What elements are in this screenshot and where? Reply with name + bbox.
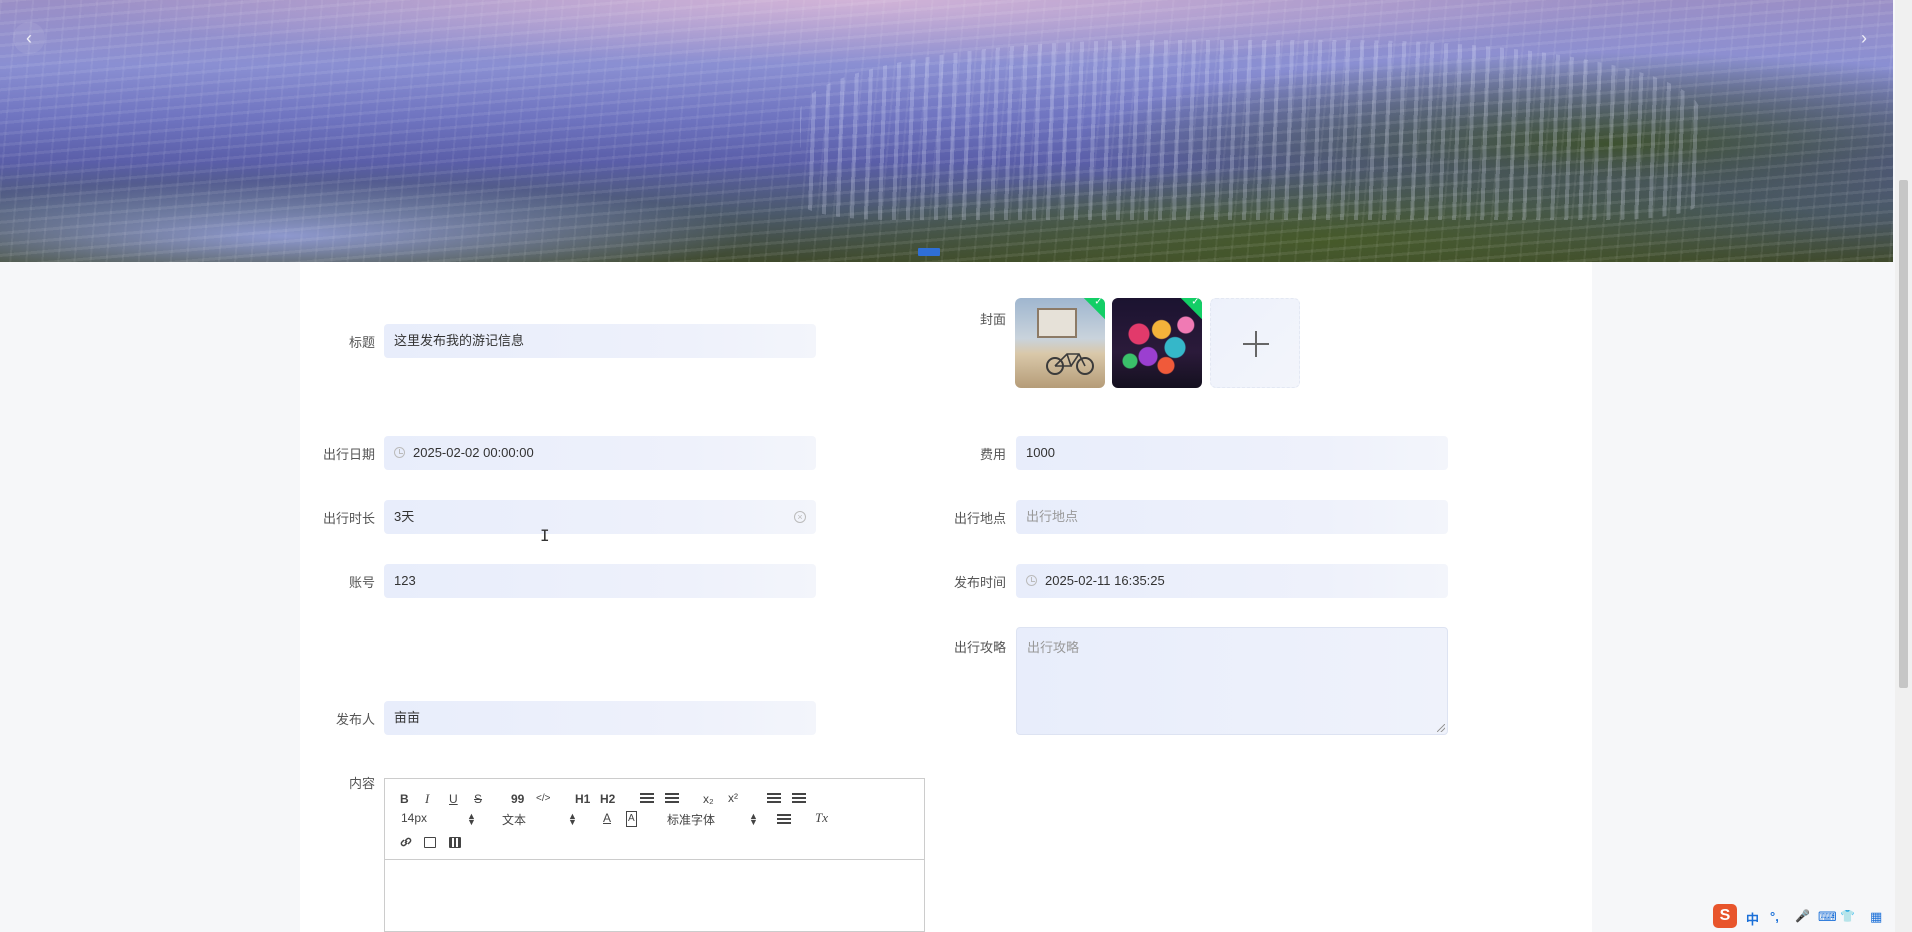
publisher-value: 亩亩 bbox=[394, 710, 421, 725]
resize-grip-icon[interactable] bbox=[1437, 724, 1445, 732]
carousel-banner bbox=[0, 0, 1893, 262]
format-value: 文本 bbox=[502, 813, 527, 827]
outdent-icon[interactable] bbox=[767, 793, 781, 803]
underline-button[interactable]: U bbox=[449, 792, 458, 806]
video-icon[interactable] bbox=[449, 837, 461, 848]
duration-input[interactable]: 3天 × bbox=[384, 500, 816, 534]
ime-logo-icon[interactable]: S bbox=[1713, 904, 1737, 928]
ime-language-toggle[interactable]: 中 bbox=[1746, 909, 1759, 928]
location-input[interactable]: 出行地点 bbox=[1016, 500, 1448, 534]
duration-value: 3天 bbox=[394, 509, 415, 524]
chevron-updown-icon: ▲ ▼ bbox=[749, 811, 758, 827]
duration-label: 出行时长 bbox=[322, 511, 375, 526]
cost-label: 费用 bbox=[979, 447, 1006, 462]
toolbox-icon[interactable]: ▦ bbox=[1870, 909, 1882, 925]
italic-button[interactable]: I bbox=[425, 792, 429, 806]
system-tray: S 中 °, 🎤 ⌨ 👕 ▦ bbox=[1710, 902, 1912, 932]
clear-icon[interactable]: × bbox=[794, 511, 806, 523]
indent-icon[interactable] bbox=[792, 793, 806, 803]
clock-icon bbox=[394, 447, 405, 458]
clear-format-button[interactable]: Tx bbox=[815, 811, 828, 825]
skin-icon[interactable]: 👕 bbox=[1840, 909, 1855, 923]
punctuation-icon[interactable]: °, bbox=[1770, 909, 1779, 924]
travel-date-value: 2025-02-02 00:00:00 bbox=[413, 445, 534, 460]
title-label: 标题 bbox=[348, 335, 375, 350]
location-placeholder: 出行地点 bbox=[1026, 509, 1079, 524]
title-input[interactable]: 这里发布我的游记信息 bbox=[384, 324, 816, 358]
bicycle-icon bbox=[1046, 353, 1094, 375]
plus-icon-vertical bbox=[1255, 331, 1257, 357]
cover-label: 封面 bbox=[979, 312, 1006, 327]
guide-placeholder: 出行攻略 bbox=[1027, 640, 1080, 655]
location-label: 出行地点 bbox=[953, 511, 1006, 526]
subscript-button[interactable]: x₂ bbox=[703, 792, 714, 806]
text-cursor-icon: I bbox=[540, 526, 550, 545]
font-size-select[interactable]: 14px ▲ ▼ bbox=[401, 811, 476, 827]
clock-icon bbox=[1026, 575, 1037, 586]
link-icon[interactable] bbox=[399, 835, 413, 849]
code-block-button[interactable]: </> bbox=[536, 792, 550, 806]
guide-textarea[interactable]: 出行攻略 bbox=[1016, 627, 1448, 735]
strike-button[interactable]: S bbox=[474, 792, 482, 806]
superscript-button[interactable]: x² bbox=[728, 791, 738, 805]
carousel-next-icon[interactable]: › bbox=[1848, 22, 1880, 54]
header-1-button[interactable]: H1 bbox=[575, 792, 590, 806]
rich-text-editor[interactable]: B I U S 99 </> H1 H2 x₂ x² 14px ▲ ▼ 文本 ▲ ▼… bbox=[384, 778, 925, 932]
bold-button[interactable]: B bbox=[400, 792, 409, 806]
uploaded-check-icon: ✓ bbox=[1180, 298, 1202, 320]
travel-date-label: 出行日期 bbox=[322, 447, 375, 462]
thumbnail-detail bbox=[1037, 308, 1077, 338]
background-color-button[interactable]: A bbox=[626, 811, 637, 827]
publisher-label: 发布人 bbox=[335, 712, 375, 727]
bullet-list-icon[interactable] bbox=[665, 793, 679, 803]
publisher-input[interactable]: 亩亩 bbox=[384, 701, 816, 735]
cost-input[interactable]: 1000 bbox=[1016, 436, 1448, 470]
publish-time-label: 发布时间 bbox=[953, 575, 1006, 590]
scrollbar-thumb[interactable] bbox=[1899, 180, 1908, 688]
carousel-prev-icon[interactable]: ‹ bbox=[13, 22, 45, 54]
account-input[interactable]: 123 bbox=[384, 564, 816, 598]
font-family-value: 标准字体 bbox=[667, 813, 716, 827]
chevron-updown-icon: ▲ ▼ bbox=[467, 811, 476, 827]
format-select[interactable]: 文本 ▲ ▼ bbox=[502, 811, 577, 828]
carousel-indicator[interactable] bbox=[918, 248, 940, 256]
guide-label: 出行攻略 bbox=[953, 640, 1006, 655]
font-size-value: 14px bbox=[401, 811, 428, 825]
header-2-button[interactable]: H2 bbox=[600, 792, 615, 806]
travel-date-picker[interactable]: 2025-02-02 00:00:00 bbox=[384, 436, 816, 470]
font-family-select[interactable]: 标准字体 ▲ ▼ bbox=[667, 811, 758, 828]
upload-cover-button[interactable] bbox=[1210, 298, 1300, 388]
title-value: 这里发布我的游记信息 bbox=[394, 333, 525, 348]
publish-time-value: 2025-02-11 16:35:25 bbox=[1045, 573, 1165, 588]
chevron-updown-icon: ▲ ▼ bbox=[568, 811, 577, 827]
cost-value: 1000 bbox=[1026, 445, 1055, 460]
keyboard-icon[interactable]: ⌨ bbox=[1818, 909, 1837, 925]
align-icon[interactable] bbox=[777, 814, 791, 824]
publish-time-picker[interactable]: 2025-02-11 16:35:25 bbox=[1016, 564, 1448, 598]
ordered-list-icon[interactable] bbox=[640, 793, 654, 803]
uploaded-check-icon: ✓ bbox=[1083, 298, 1105, 320]
account-value: 123 bbox=[394, 573, 416, 588]
content-label: 内容 bbox=[348, 776, 375, 791]
font-color-button[interactable]: A bbox=[603, 811, 611, 825]
account-label: 账号 bbox=[348, 575, 375, 590]
cover-thumbnail-pinwheels[interactable]: ✓ bbox=[1112, 298, 1202, 388]
cover-thumbnail-bicycle[interactable]: ✓ bbox=[1015, 298, 1105, 388]
editor-toolbar: B I U S 99 </> H1 H2 x₂ x² 14px ▲ ▼ 文本 ▲ ▼… bbox=[385, 779, 924, 860]
image-icon[interactable] bbox=[424, 837, 436, 848]
blockquote-button[interactable]: 99 bbox=[511, 792, 524, 806]
microphone-icon[interactable]: 🎤 bbox=[1795, 909, 1810, 923]
